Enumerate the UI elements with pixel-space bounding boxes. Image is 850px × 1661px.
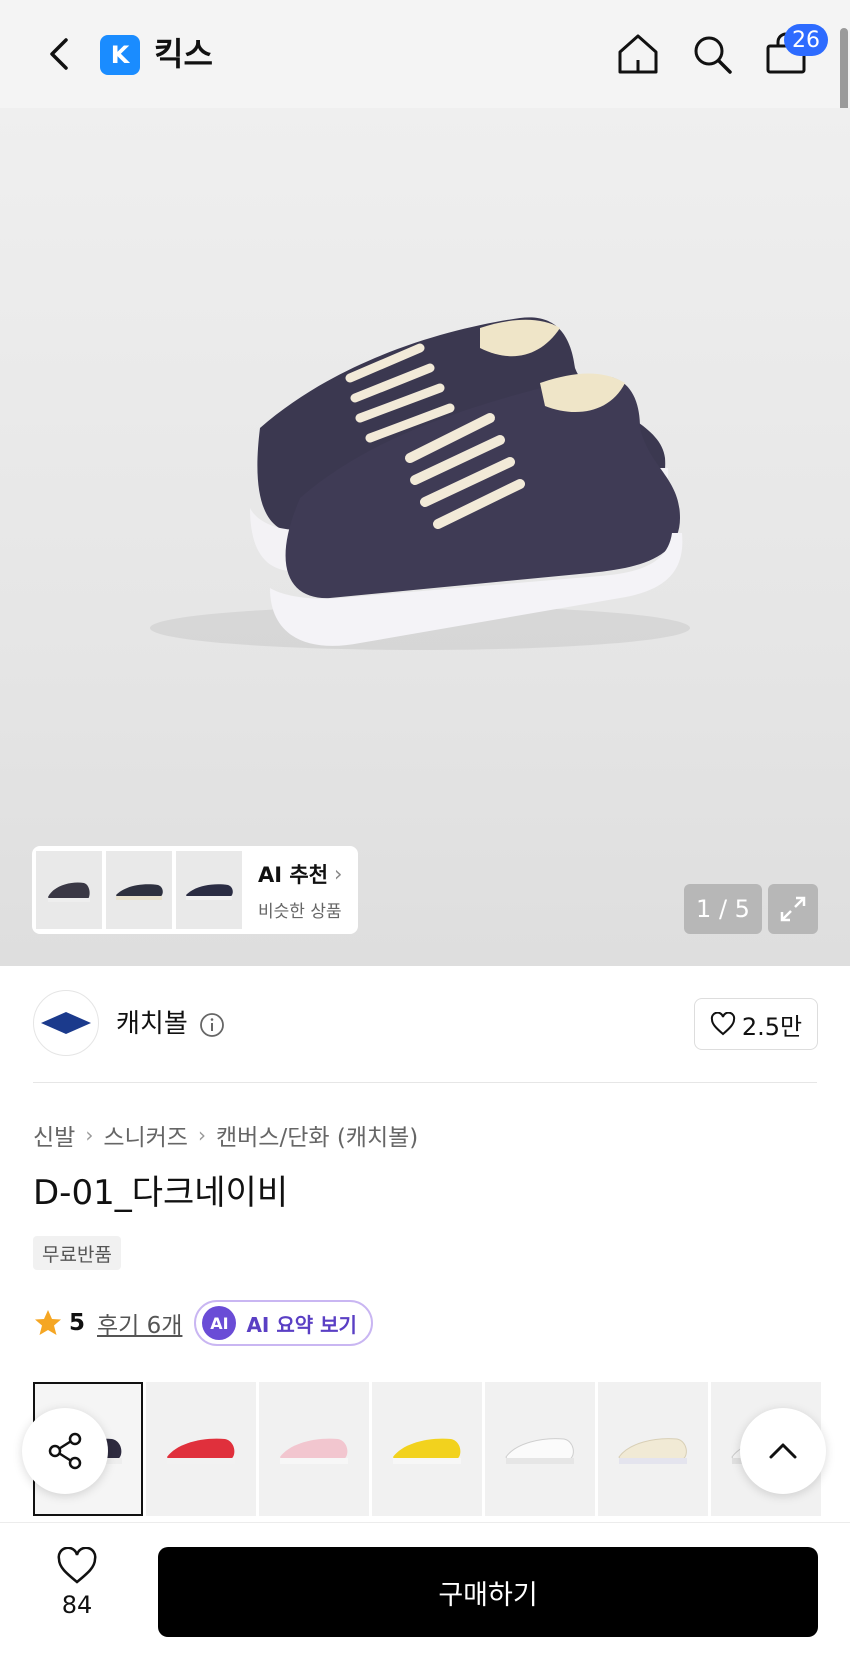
buy-button[interactable]: 구매하기 [158, 1547, 818, 1637]
ai-summary-label: AI 요약 보기 [246, 1312, 357, 1337]
share-icon [48, 1432, 82, 1470]
breadcrumb-item[interactable]: 캔버스/단화 (캐치볼) [216, 1118, 418, 1152]
variant-option[interactable] [598, 1382, 708, 1516]
bottom-action-bar: 84 구매하기 [0, 1522, 850, 1661]
recommend-thumbnail[interactable] [36, 851, 102, 929]
scroll-to-top-button[interactable] [740, 1408, 826, 1494]
info-icon [200, 1013, 224, 1037]
ai-badge-icon: AI [202, 1306, 237, 1340]
shoe-thumbnail-icon [116, 884, 163, 900]
ai-recommend-title: AI 추천 › [258, 859, 342, 889]
wishlist-count: 84 [61, 1591, 93, 1619]
expand-icon [780, 896, 806, 922]
brand-name[interactable]: 캐치볼 [116, 1006, 188, 1042]
product-image-carousel[interactable]: AI 추천 › 비슷한 상품 1 / 5 [0, 108, 850, 966]
rating-score: 5 [69, 1310, 86, 1336]
home-icon [618, 34, 658, 74]
heart-icon [710, 1012, 735, 1036]
review-count-link[interactable]: 후기 6개 [97, 1306, 182, 1340]
rating-row: 5 후기 6개 AI AI 요약 보기 [33, 1300, 373, 1346]
search-icon [694, 36, 732, 74]
star-icon [35, 1310, 61, 1335]
ai-recommend-title-label: AI 추천 [258, 862, 329, 887]
ai-recommend-text[interactable]: AI 추천 › 비슷한 상품 [258, 859, 342, 922]
expand-image-button[interactable] [768, 884, 818, 934]
product-image [150, 317, 690, 650]
chevron-right-icon: › [85, 1123, 94, 1147]
shoe-variant-image [167, 1438, 235, 1464]
recommend-thumbnail[interactable] [106, 851, 172, 929]
heart-icon [57, 1547, 97, 1584]
app-name[interactable]: 킥스 [154, 32, 213, 76]
ai-summary-button[interactable]: AI AI 요약 보기 [194, 1300, 373, 1346]
brand-info-button[interactable] [199, 1012, 225, 1038]
brand-logo-mark [41, 1012, 91, 1034]
back-button[interactable] [40, 30, 88, 78]
free-return-tag: 무료반품 [33, 1236, 121, 1270]
app-logo[interactable]: K [100, 35, 140, 75]
home-button[interactable] [614, 30, 662, 78]
chevron-right-icon: › [197, 1123, 206, 1147]
recommend-thumbnail[interactable] [176, 851, 242, 929]
variant-option[interactable] [259, 1382, 369, 1516]
search-button[interactable] [688, 30, 736, 78]
share-button[interactable] [22, 1408, 108, 1494]
image-page-counter: 1 / 5 [684, 884, 762, 934]
brand-logo[interactable] [33, 990, 99, 1056]
breadcrumb: 신발 › 스니커즈 › 캔버스/단화 (캐치볼) [33, 1118, 418, 1152]
color-variant-list [33, 1382, 850, 1516]
variant-option[interactable] [372, 1382, 482, 1516]
divider [33, 1082, 817, 1083]
brand-like-count: 2.5만 [741, 1012, 803, 1041]
ai-recommend-card[interactable]: AI 추천 › 비슷한 상품 [32, 846, 358, 934]
shoe-variant-image [505, 1438, 574, 1464]
shoe-variant-image [280, 1438, 348, 1464]
shoe-thumbnail-icon [186, 884, 233, 900]
product-title: D-01_다크네이비 [33, 1173, 289, 1213]
variant-option[interactable] [146, 1382, 256, 1516]
shoe-thumbnail-icon [48, 882, 90, 902]
chevron-up-icon [769, 1443, 797, 1459]
variant-option[interactable] [485, 1382, 595, 1516]
ai-recommend-subtitle: 비슷한 상품 [258, 901, 342, 922]
cart-count-badge: 26 [784, 24, 828, 56]
breadcrumb-item[interactable]: 스니커즈 [103, 1118, 188, 1152]
shoe-variant-image [618, 1438, 687, 1464]
chevron-left-icon [50, 38, 68, 70]
top-app-bar: K 킥스 26 [0, 0, 850, 126]
brand-like-button[interactable]: 2.5만 [694, 998, 818, 1050]
shoe-variant-image [393, 1438, 461, 1464]
breadcrumb-item[interactable]: 신발 [33, 1118, 75, 1152]
wishlist-button[interactable]: 84 [56, 1547, 98, 1619]
chevron-right-icon: › [334, 861, 343, 886]
